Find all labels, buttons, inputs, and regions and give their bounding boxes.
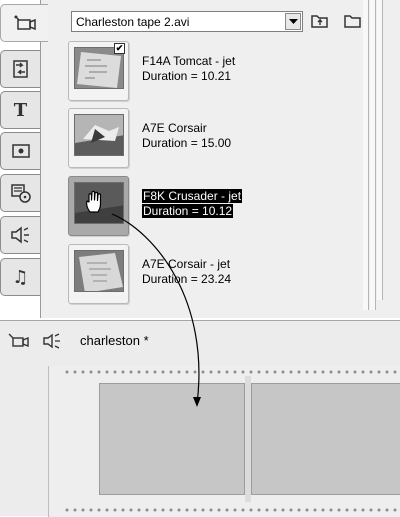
storyboard-slot[interactable] <box>99 383 245 495</box>
titles-tab[interactable]: T <box>0 91 40 129</box>
clip-info: A7E Corsair Duration = 15.00 <box>142 121 231 151</box>
music-tab[interactable]: ♫ <box>0 258 40 296</box>
clip-duration: Duration = 10.12 <box>142 204 234 218</box>
clip-item[interactable]: ✔ F14A Tomcat - jet Duration = 10.21 <box>68 41 308 103</box>
page-edge <box>363 0 369 310</box>
clip-thumbnail <box>74 114 124 156</box>
video-tab[interactable] <box>0 4 48 42</box>
film-sprockets-bottom <box>63 507 400 513</box>
transitions-icon <box>11 59 31 79</box>
clip-duration: Duration = 23.24 <box>142 272 232 286</box>
clip-thumbnail-frame[interactable] <box>68 108 129 168</box>
folder-up-button[interactable] <box>309 12 331 30</box>
still-images-tab[interactable] <box>0 132 40 170</box>
clip-thumbnail-frame[interactable] <box>68 244 129 304</box>
clip-duration: Duration = 15.00 <box>142 136 232 150</box>
clip-title: F8K Crusader - jet <box>142 189 243 203</box>
storyboard-panel: charleston * <box>0 320 400 517</box>
clip-title: A7E Corsair - jet <box>142 257 231 271</box>
album-tabs: T ♫ <box>0 0 48 318</box>
audio-view-button[interactable] <box>42 332 64 350</box>
disc-menu-icon <box>10 183 32 203</box>
clip-info: F14A Tomcat - jet Duration = 10.21 <box>142 54 235 84</box>
page-edge <box>377 0 383 300</box>
clip-info: A7E Corsair - jet Duration = 23.24 <box>142 257 231 287</box>
disc-menus-tab[interactable] <box>0 174 40 212</box>
folder-up-icon <box>311 15 328 28</box>
clip-title: A7E Corsair <box>142 121 207 135</box>
source-file-dropdown[interactable]: Charleston tape 2.avi <box>71 11 303 32</box>
camcorder-icon <box>12 13 38 33</box>
clip-item-selected[interactable]: F8K Crusader - jet Duration = 10.12 <box>68 176 308 238</box>
folder-open-icon <box>344 15 361 28</box>
clip-thumbnail <box>74 182 124 224</box>
clip-info: F8K Crusader - jet Duration = 10.12 <box>142 189 243 219</box>
clip-title: F14A Tomcat - jet <box>142 54 236 68</box>
clip-thumbnail-frame[interactable] <box>68 176 129 236</box>
title-icon: T <box>13 99 28 121</box>
photo-icon <box>11 142 31 160</box>
project-title: charleston * <box>80 333 149 348</box>
speaker-icon <box>43 333 60 349</box>
clip-item[interactable]: A7E Corsair Duration = 15.00 <box>68 108 308 170</box>
clip-thumbnail <box>74 250 124 292</box>
sound-effects-tab[interactable] <box>0 216 40 254</box>
folder-open-button[interactable] <box>342 12 364 30</box>
storyboard-slot[interactable] <box>251 383 400 495</box>
video-view-button[interactable] <box>8 332 30 350</box>
clip-duration: Duration = 10.21 <box>142 69 232 83</box>
clip-thumbnail-frame[interactable]: ✔ <box>68 41 129 101</box>
transitions-tab[interactable] <box>0 50 40 88</box>
page-edge <box>370 0 376 310</box>
speaker-icon <box>10 226 32 244</box>
clip-item[interactable]: A7E Corsair - jet Duration = 23.24 <box>68 244 308 306</box>
chevron-down-icon <box>288 18 298 24</box>
film-sprockets-top <box>63 369 400 375</box>
storyboard-film-strip[interactable] <box>48 366 400 517</box>
treble-clef-icon: ♫ <box>12 266 29 288</box>
source-file-value: Charleston tape 2.avi <box>76 14 190 29</box>
dropdown-arrow-button[interactable] <box>285 13 301 30</box>
camcorder-icon <box>8 333 29 348</box>
clip-used-checkmark: ✔ <box>114 43 125 54</box>
storyboard-header: charleston * <box>0 321 400 361</box>
